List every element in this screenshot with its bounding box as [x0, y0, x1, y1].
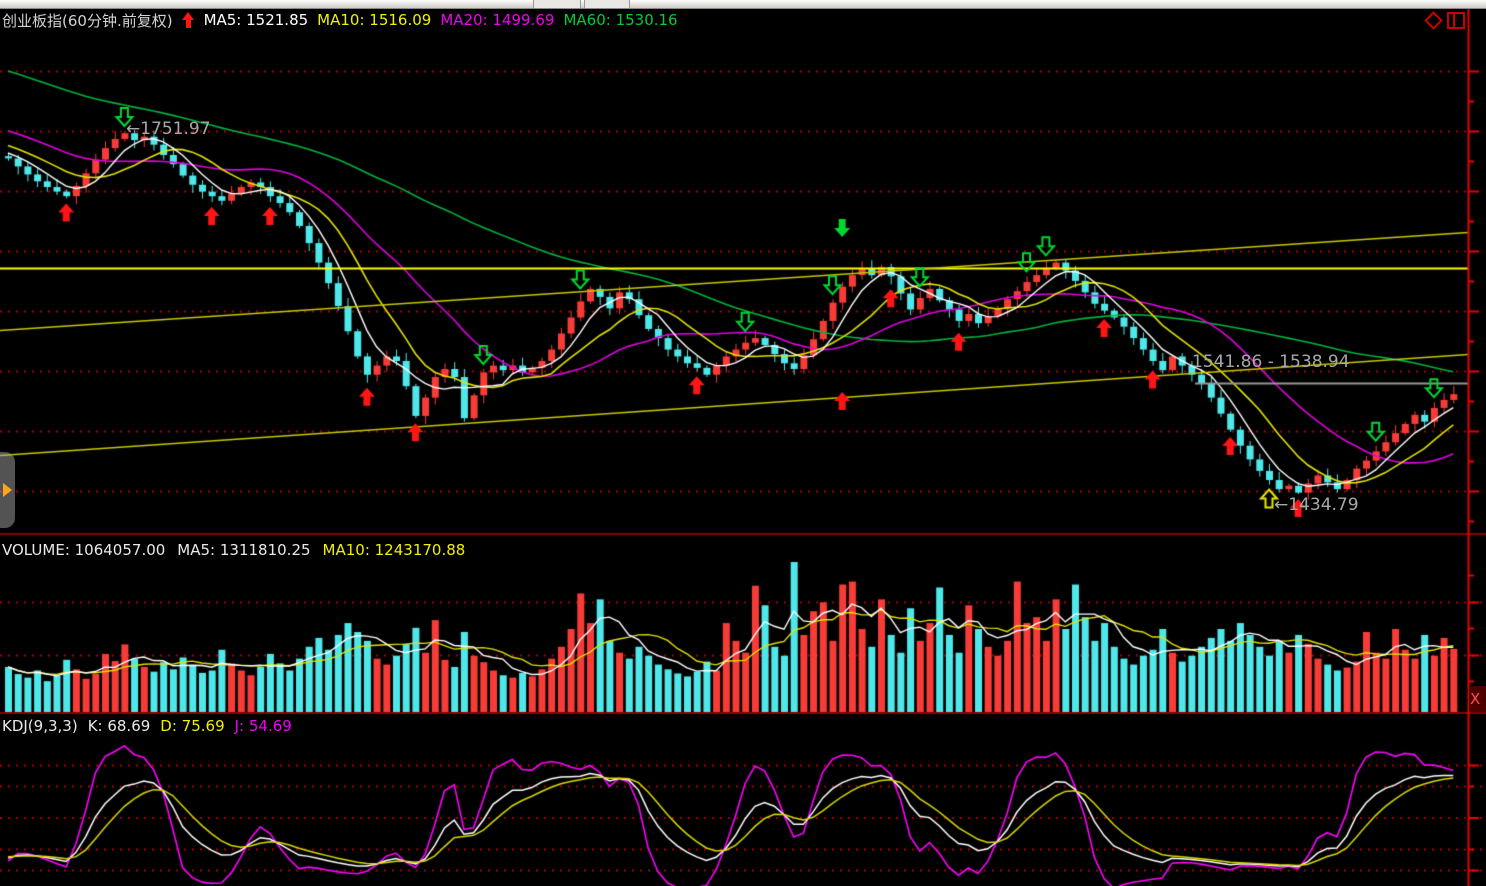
- diamond-icon[interactable]: [1424, 11, 1442, 29]
- kdj-name: KDJ(9,3,3): [2, 717, 78, 735]
- scrollbar-thumb[interactable]: [533, 0, 581, 8]
- ma20-value: MA20: 1499.69: [440, 11, 554, 29]
- volume-header: VOLUME: 1064057.00 MA5: 1311810.25 MA10:…: [2, 541, 465, 559]
- header-icons: [1424, 10, 1468, 30]
- range-price-label: 1541.86 - 1538.94: [1192, 352, 1350, 372]
- kdj-k-value: K: 68.69: [88, 717, 151, 735]
- up-arrow-icon: [182, 12, 195, 28]
- app-window: 创业板指(60分钟.前复权) MA5: 1521.85 MA10: 1516.0…: [0, 0, 1486, 886]
- scrollbar-segment[interactable]: [584, 0, 630, 8]
- volume-ma5-value: MA5: 1311810.25: [177, 541, 310, 559]
- x-axis-label[interactable]: X: [1469, 686, 1486, 712]
- low-price-label: ←1434.79: [1274, 495, 1359, 515]
- volume-value: VOLUME: 1064057.00: [2, 541, 165, 559]
- volume-ma10-value: MA10: 1243170.88: [323, 541, 466, 559]
- chart-canvas[interactable]: [0, 0, 1486, 886]
- kdj-header: KDJ(9,3,3) K: 68.69 D: 75.69 J: 54.69: [2, 717, 292, 735]
- kdj-d-value: D: 75.69: [160, 717, 224, 735]
- expand-arrow-icon: [3, 483, 12, 497]
- horizontal-scrollbar[interactable]: [0, 0, 1486, 9]
- chart-header: 创业板指(60分钟.前复权) MA5: 1521.85 MA10: 1516.0…: [2, 10, 678, 30]
- instrument-title: 创业板指(60分钟.前复权): [2, 10, 173, 31]
- high-price-label: ←1751.97: [126, 119, 211, 139]
- kdj-j-value: J: 54.69: [235, 717, 292, 735]
- ma60-value: MA60: 1530.16: [563, 11, 677, 29]
- side-panel-handle[interactable]: [0, 452, 15, 528]
- ma10-value: MA10: 1516.09: [317, 11, 431, 29]
- ma5-value: MA5: 1521.85: [204, 11, 309, 29]
- split-window-icon[interactable]: [1447, 12, 1465, 29]
